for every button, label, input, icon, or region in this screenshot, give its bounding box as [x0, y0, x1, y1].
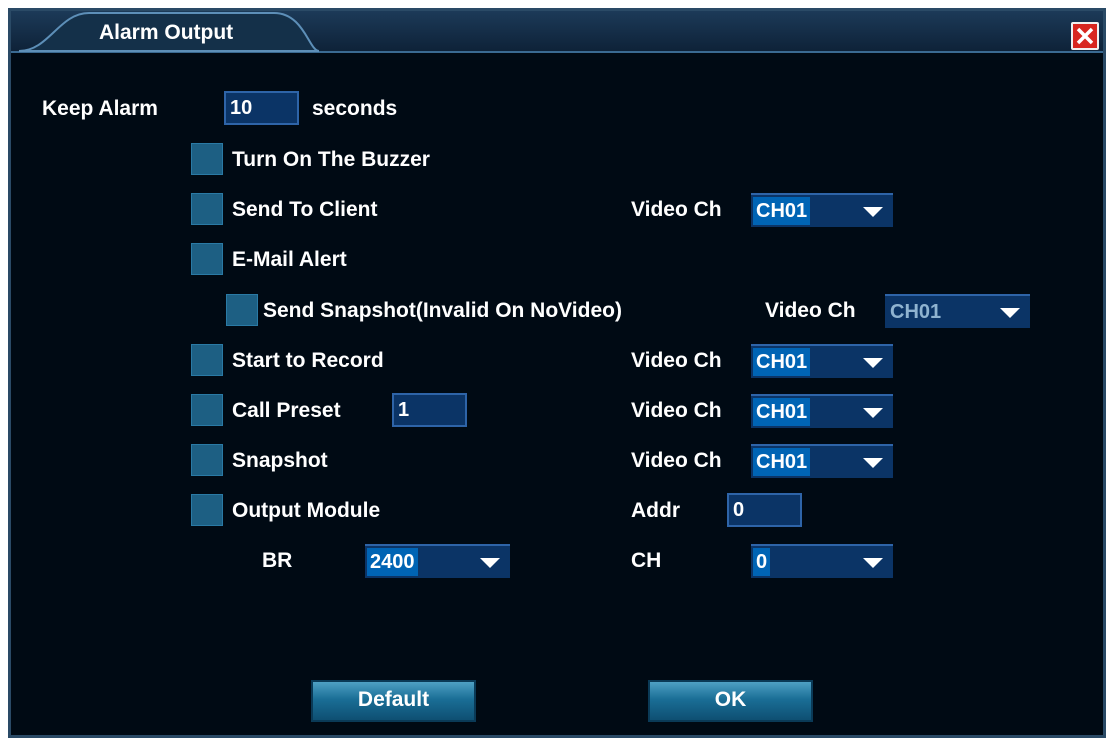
email-alert-checkbox[interactable] — [191, 243, 223, 275]
snapshot-channel-value: CH01 — [753, 448, 811, 476]
addr-label: Addr — [631, 499, 680, 522]
keep-alarm-label: Keep Alarm — [42, 97, 158, 120]
keep-alarm-unit: seconds — [312, 97, 398, 120]
call-preset-label: Call Preset — [232, 399, 341, 422]
br-value: 2400 — [367, 548, 418, 576]
default-button[interactable]: Default — [311, 680, 476, 722]
snapshot-channel-label: Video Ch — [631, 449, 722, 472]
call-preset-input[interactable]: 1 — [392, 393, 467, 427]
start-record-channel-value: CH01 — [753, 348, 811, 376]
call-preset-channel-select[interactable]: CH01 — [751, 394, 893, 428]
keep-alarm-input[interactable]: 10 — [224, 91, 299, 125]
br-label: BR — [262, 549, 293, 572]
output-module-checkbox[interactable] — [191, 494, 223, 526]
send-to-client-channel-label: Video Ch — [631, 198, 722, 221]
chevron-down-icon — [1000, 308, 1020, 318]
send-to-client-channel-select[interactable]: CH01 — [751, 193, 893, 227]
ok-button[interactable]: OK — [648, 680, 813, 722]
send-snapshot-channel-label: Video Ch — [765, 299, 856, 322]
buzzer-label: Turn On The Buzzer — [232, 148, 430, 171]
send-snapshot-channel-value: CH01 — [887, 298, 945, 326]
snapshot-label: Snapshot — [232, 449, 328, 472]
title-tab: Alarm Output — [19, 11, 319, 53]
chevron-down-icon — [863, 458, 883, 468]
send-snapshot-channel-select[interactable]: CH01 — [885, 294, 1030, 328]
call-preset-channel-label: Video Ch — [631, 399, 722, 422]
call-preset-channel-value: CH01 — [753, 398, 811, 426]
chevron-down-icon — [863, 358, 883, 368]
start-record-channel-label: Video Ch — [631, 349, 722, 372]
chevron-down-icon — [863, 558, 883, 568]
chevron-down-icon — [863, 207, 883, 217]
alarm-output-dialog: Alarm Output Keep Alarm 10 seconds Turn … — [8, 8, 1106, 738]
ch-label: CH — [631, 549, 662, 572]
close-button[interactable] — [1071, 22, 1099, 50]
output-module-label: Output Module — [232, 499, 381, 522]
chevron-down-icon — [480, 558, 500, 568]
email-alert-label: E-Mail Alert — [232, 248, 347, 271]
title-bar: Alarm Output — [11, 11, 1103, 53]
window-title: Alarm Output — [99, 21, 234, 44]
start-record-channel-select[interactable]: CH01 — [751, 344, 893, 378]
addr-input[interactable]: 0 — [727, 493, 802, 527]
call-preset-checkbox[interactable] — [191, 394, 223, 426]
close-icon — [1076, 27, 1094, 45]
snapshot-channel-select[interactable]: CH01 — [751, 444, 893, 478]
ch-value: 0 — [753, 548, 771, 576]
send-snapshot-checkbox[interactable] — [226, 294, 258, 326]
br-select[interactable]: 2400 — [365, 544, 510, 578]
start-record-label: Start to Record — [232, 349, 384, 372]
snapshot-checkbox[interactable] — [191, 444, 223, 476]
send-to-client-label: Send To Client — [232, 198, 378, 221]
buzzer-checkbox[interactable] — [191, 143, 223, 175]
start-record-checkbox[interactable] — [191, 344, 223, 376]
send-to-client-channel-value: CH01 — [753, 197, 811, 225]
send-to-client-checkbox[interactable] — [191, 193, 223, 225]
send-snapshot-label: Send Snapshot(Invalid On NoVideo) — [263, 299, 622, 322]
chevron-down-icon — [863, 408, 883, 418]
ch-select[interactable]: 0 — [751, 544, 893, 578]
